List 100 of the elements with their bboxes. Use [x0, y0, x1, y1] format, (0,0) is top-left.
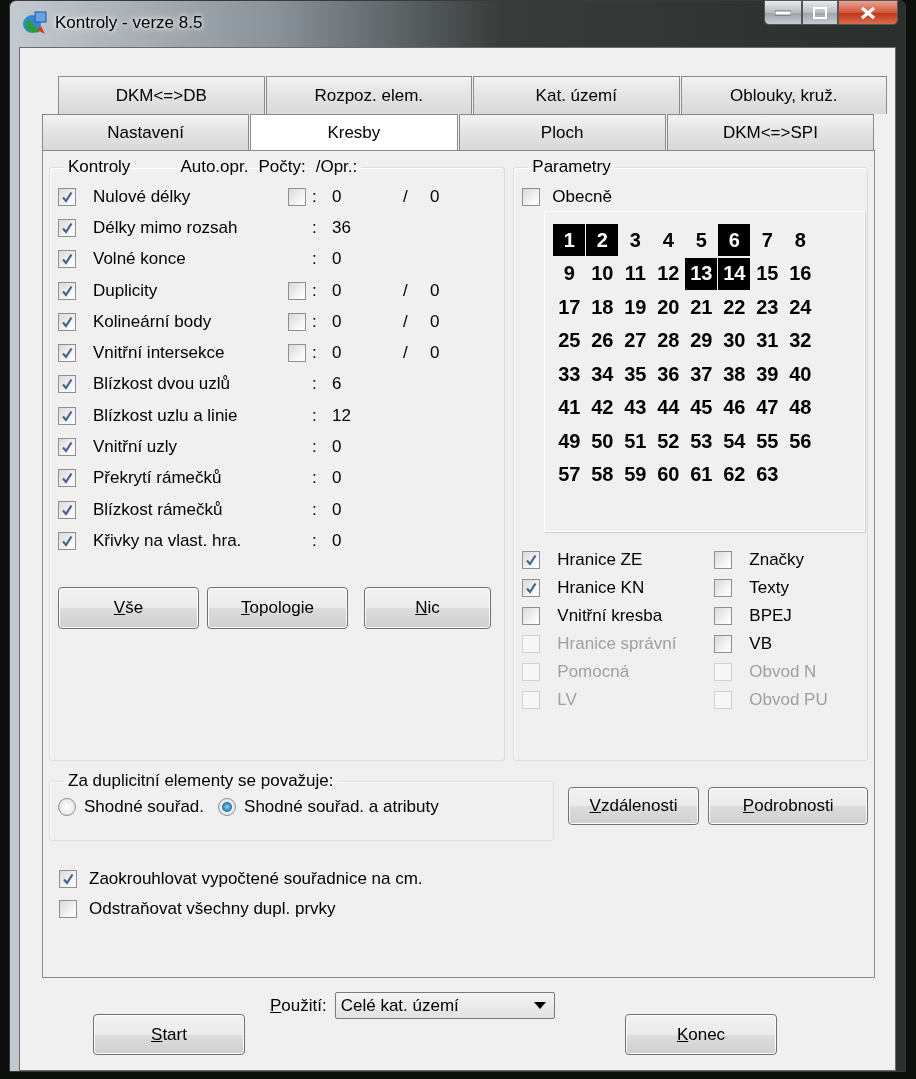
layer-number[interactable]: 37	[685, 358, 718, 390]
checkbox[interactable]	[59, 900, 77, 918]
checkbox[interactable]	[58, 438, 76, 456]
checkbox[interactable]	[58, 187, 76, 206]
layer-number[interactable]: 3	[619, 224, 652, 256]
layer-number[interactable]: 26	[586, 324, 619, 357]
checkbox[interactable]	[58, 250, 76, 269]
layer-number[interactable]: 40	[784, 358, 817, 390]
layer-number[interactable]: 36	[652, 358, 685, 390]
checkbox[interactable]	[58, 469, 76, 488]
push-button[interactable]: Podrobnosti	[708, 787, 868, 825]
layer-number[interactable]: 39	[751, 358, 784, 390]
layer-number[interactable]: 56	[784, 425, 817, 457]
checkbox[interactable]	[522, 551, 541, 569]
layer-number[interactable]: 61	[685, 458, 718, 491]
layer-number[interactable]: 9	[553, 257, 586, 290]
layer-number[interactable]: 50	[586, 425, 619, 457]
push-button[interactable]: Topologie	[207, 586, 348, 629]
layer-number[interactable]: 60	[652, 458, 685, 491]
push-button[interactable]: Vše	[58, 586, 199, 629]
tab[interactable]: Nastavení	[42, 114, 250, 150]
tab[interactable]: Kat. území	[473, 76, 680, 114]
layer-number[interactable]: 15	[751, 257, 784, 290]
layer-number[interactable]: 14	[718, 257, 751, 290]
layer-number[interactable]: 11	[619, 257, 652, 290]
layer-number[interactable]: 22	[718, 291, 751, 323]
layer-number[interactable]: 46	[718, 391, 751, 424]
layer-number[interactable]: 17	[553, 291, 586, 323]
layer-number[interactable]: 5	[685, 224, 718, 256]
layer-number[interactable]: 13	[685, 257, 718, 290]
layer-number[interactable]: 63	[751, 458, 784, 491]
checkbox[interactable]	[288, 281, 306, 300]
tab[interactable]: DKM<=>DB	[58, 76, 265, 114]
radio-button[interactable]	[218, 798, 237, 816]
layer-number[interactable]: 55	[751, 425, 784, 457]
layer-number[interactable]: 23	[751, 291, 784, 323]
layer-number[interactable]: 34	[586, 358, 619, 390]
layer-number[interactable]: 10	[586, 257, 619, 290]
layer-number[interactable]: 25	[553, 324, 586, 357]
layer-number[interactable]: 30	[718, 324, 751, 357]
checkbox[interactable]	[288, 312, 306, 331]
layer-number[interactable]: 51	[619, 425, 652, 457]
checkbox[interactable]	[58, 406, 76, 425]
layer-number[interactable]: 31	[751, 324, 784, 357]
tab[interactable]: DKM<=>SPI	[666, 114, 874, 150]
layer-number[interactable]: 59	[619, 458, 652, 491]
layer-number[interactable]: 21	[685, 291, 718, 323]
layer-number[interactable]: 7	[751, 224, 784, 256]
push-button[interactable]: Nic	[364, 586, 491, 629]
layer-number[interactable]: 41	[553, 391, 586, 424]
layer-number[interactable]: 62	[718, 458, 751, 491]
layer-number[interactable]: 18	[586, 291, 619, 323]
layer-number[interactable]: 16	[784, 257, 817, 290]
checkbox[interactable]	[714, 551, 733, 569]
checkbox[interactable]	[714, 607, 733, 625]
scope-dropdown[interactable]: Celé kat. území	[334, 992, 555, 1019]
checkbox[interactable]	[522, 579, 541, 597]
layer-number[interactable]: 24	[784, 291, 817, 323]
checkbox[interactable]	[522, 188, 541, 206]
checkbox[interactable]	[58, 281, 76, 300]
layer-number[interactable]: 47	[751, 391, 784, 424]
checkbox[interactable]	[288, 187, 306, 206]
layer-number[interactable]: 33	[553, 358, 586, 390]
layer-number[interactable]: 49	[553, 425, 586, 457]
checkbox[interactable]	[522, 607, 541, 625]
checkbox[interactable]	[714, 579, 733, 597]
close-button[interactable]	[838, 0, 898, 25]
tab[interactable]: Ploch	[458, 114, 666, 150]
layer-number[interactable]: 1	[553, 224, 586, 256]
layer-number[interactable]: 58	[586, 458, 619, 491]
checkbox[interactable]	[714, 635, 733, 653]
layer-number[interactable]: 53	[685, 425, 718, 457]
layer-number[interactable]: 45	[685, 391, 718, 424]
layer-number[interactable]: 27	[619, 324, 652, 357]
maximize-button[interactable]	[802, 0, 838, 25]
layer-number[interactable]: 44	[652, 391, 685, 424]
layer-number[interactable]: 29	[685, 324, 718, 357]
layer-number[interactable]: 32	[784, 324, 817, 357]
layer-number[interactable]: 6	[718, 224, 751, 256]
layer-number[interactable]: 35	[619, 358, 652, 390]
checkbox[interactable]	[58, 500, 76, 519]
push-button[interactable]: Konec	[625, 1014, 777, 1055]
layer-number[interactable]: 12	[652, 257, 685, 290]
layer-number[interactable]: 54	[718, 425, 751, 457]
checkbox[interactable]	[58, 312, 76, 331]
checkbox[interactable]	[58, 344, 76, 363]
checkbox[interactable]	[288, 344, 306, 363]
layer-number[interactable]: 28	[652, 324, 685, 357]
checkbox[interactable]	[58, 531, 76, 550]
layer-number[interactable]: 42	[586, 391, 619, 424]
layer-number[interactable]: 57	[553, 458, 586, 491]
tab[interactable]: Oblouky, kruž.	[680, 76, 887, 114]
push-button[interactable]: Vzdálenosti	[567, 787, 700, 825]
checkbox[interactable]	[59, 870, 77, 888]
checkbox[interactable]	[58, 375, 76, 394]
layer-number[interactable]: 8	[784, 224, 817, 256]
layer-number[interactable]: 20	[652, 291, 685, 323]
layer-number[interactable]: 4	[652, 224, 685, 256]
layer-number[interactable]: 52	[652, 425, 685, 457]
layer-number[interactable]: 43	[619, 391, 652, 424]
